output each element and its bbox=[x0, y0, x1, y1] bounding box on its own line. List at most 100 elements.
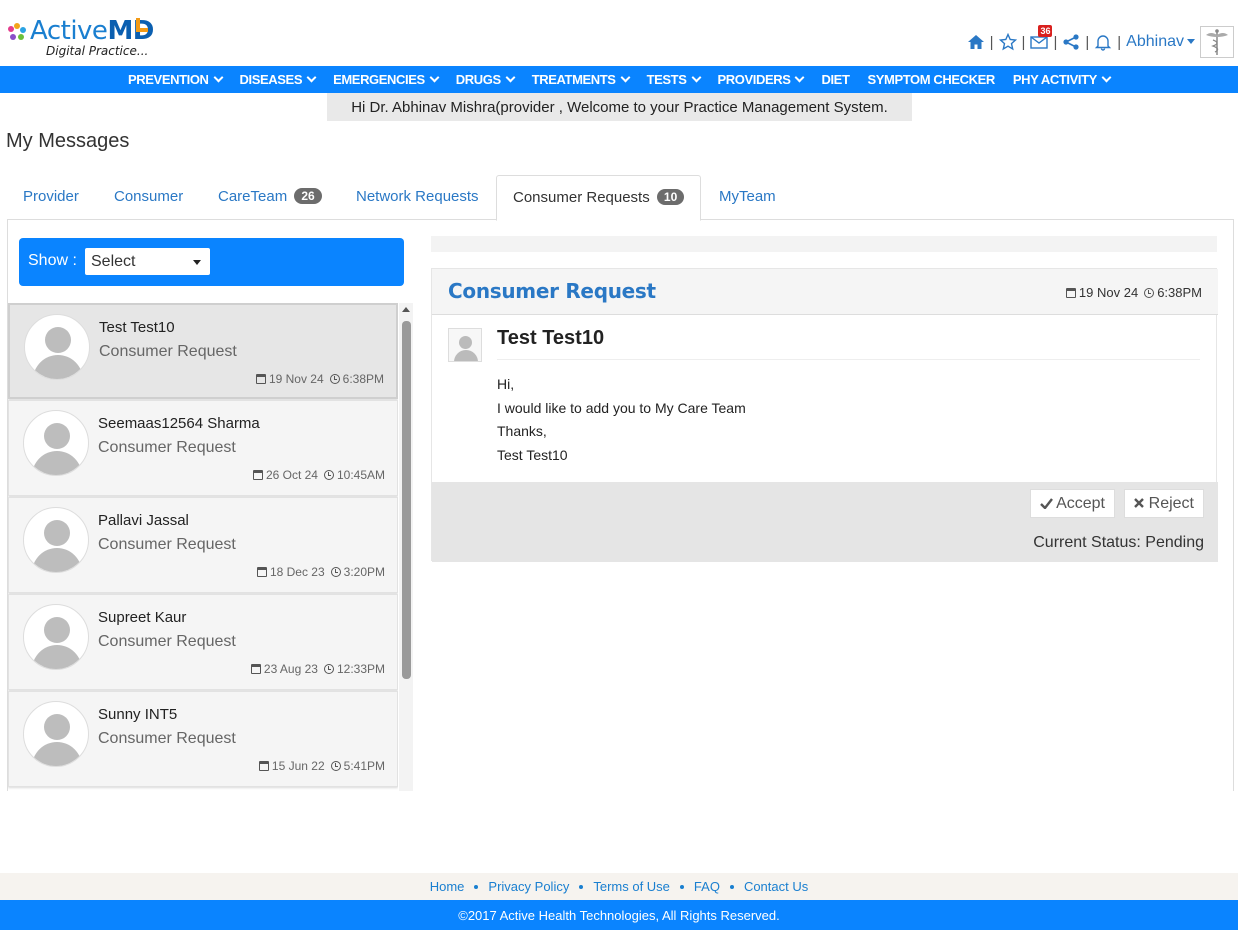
message-line: Thanks, bbox=[497, 423, 547, 439]
calendar-icon bbox=[255, 374, 266, 384]
nav-item-label: PREVENTION bbox=[128, 72, 209, 87]
message-date: 15 Jun 22 bbox=[271, 759, 325, 773]
chevron-down-icon bbox=[691, 72, 701, 83]
tab-myteam[interactable]: MyTeam bbox=[703, 175, 792, 220]
message-list: Test Test10 Consumer Request 19 Nov 24 6:38… bbox=[8, 303, 398, 791]
footer-separator bbox=[474, 884, 479, 889]
avatar bbox=[23, 410, 89, 476]
welcome-banner: Hi Dr. Abhinav Mishra(provider , Welcome… bbox=[327, 93, 912, 121]
message-body: Hi, I would like to add you to My Care T… bbox=[497, 373, 746, 467]
message-timestamp: 19 Nov 24 6:38PM bbox=[255, 372, 384, 386]
tab-label: Consumer Requests bbox=[513, 189, 650, 206]
message-tabs: Provider Consumer CareTeam 26 Network Re… bbox=[7, 175, 1234, 221]
footer-link-contact-us[interactable]: Contact Us bbox=[744, 879, 808, 894]
separator: | bbox=[1021, 33, 1026, 51]
user-name: Abhinav bbox=[1126, 33, 1184, 50]
chevron-down-icon bbox=[1187, 39, 1195, 45]
message-type: Consumer Request bbox=[98, 536, 236, 553]
message-detail: Consumer Request 19 Nov 24 6:38PM Test T… bbox=[431, 268, 1218, 562]
nav-item-symptom-checker[interactable]: SYMPTOM CHECKER bbox=[859, 72, 1004, 87]
nav-item-label: PROVIDERS bbox=[717, 72, 791, 87]
close-icon bbox=[1134, 498, 1145, 508]
message-sender: Seemaas12564 Sharma bbox=[98, 415, 260, 432]
clock-icon bbox=[330, 567, 341, 577]
nav-item-emergencies[interactable]: EMERGENCIES bbox=[324, 72, 447, 87]
logo-accent bbox=[136, 18, 148, 32]
filter-label: Show : bbox=[28, 252, 77, 269]
separator: | bbox=[1085, 33, 1090, 51]
message-time: 3:20PM bbox=[343, 565, 385, 579]
home-icon[interactable] bbox=[967, 33, 985, 51]
scrollbar-thumb[interactable] bbox=[402, 321, 411, 679]
tab-provider[interactable]: Provider bbox=[7, 175, 95, 220]
message-sender: Supreet Kaur bbox=[98, 609, 187, 626]
tab-careteam[interactable]: CareTeam 26 bbox=[202, 175, 338, 220]
message-time: 10:45AM bbox=[336, 468, 385, 482]
bell-icon[interactable] bbox=[1094, 33, 1112, 51]
scroll-up-icon[interactable] bbox=[402, 307, 410, 312]
chevron-down-icon bbox=[1101, 72, 1112, 83]
message-timestamp: 18 Dec 23 3:20PM bbox=[256, 565, 385, 579]
nav-item-label: SYMPTOM CHECKER bbox=[867, 72, 996, 87]
tab-consumer[interactable]: Consumer bbox=[98, 175, 199, 220]
filter-select[interactable]: Select bbox=[85, 248, 210, 275]
nav-item-label: DISEASES bbox=[239, 72, 303, 87]
mail-button[interactable]: 36 bbox=[1030, 25, 1053, 51]
clock-icon bbox=[323, 470, 334, 480]
message-list-item[interactable]: Pallavi Jassal Consumer Request 18 Dec 23 3… bbox=[8, 497, 398, 593]
chevron-down-icon bbox=[620, 72, 631, 83]
message-list-item[interactable]: Seemaas12564 Sharma Consumer Request 26 Oc… bbox=[8, 400, 398, 496]
detail-time: 6:38PM bbox=[1157, 285, 1202, 300]
nav-item-providers[interactable]: PROVIDERS bbox=[709, 72, 813, 87]
detail-toolbar-strip bbox=[431, 236, 1217, 252]
message-sender: Sunny INT5 bbox=[98, 706, 178, 723]
footer-link-terms-of-use[interactable]: Terms of Use bbox=[593, 879, 670, 894]
footer-link-home[interactable]: Home bbox=[430, 879, 465, 894]
nav-item-prevention[interactable]: PREVENTION bbox=[119, 72, 231, 87]
user-menu[interactable]: Abhinav bbox=[1126, 33, 1195, 51]
footer-separator bbox=[679, 884, 684, 889]
footer-link-faq[interactable]: FAQ bbox=[694, 879, 720, 894]
star-icon[interactable] bbox=[998, 33, 1017, 51]
avatar bbox=[23, 604, 89, 670]
message-type: Consumer Request bbox=[98, 633, 236, 650]
chevron-down-icon bbox=[306, 72, 317, 83]
message-list-item[interactable]: Test Test10 Consumer Request 19 Nov 24 6:38… bbox=[8, 303, 398, 399]
sender-avatar bbox=[448, 328, 482, 362]
profile-avatar[interactable] bbox=[1200, 26, 1234, 58]
message-time: 12:33PM bbox=[336, 662, 385, 676]
message-line: Test Test10 bbox=[497, 446, 568, 463]
share-icon[interactable] bbox=[1062, 33, 1080, 51]
calendar-icon bbox=[258, 761, 269, 771]
nav-item-tests[interactable]: TESTS bbox=[638, 72, 709, 87]
nav-item-label: DRUGS bbox=[455, 72, 501, 87]
nav-item-phy-activity[interactable]: PHY ACTIVITY bbox=[1004, 72, 1119, 87]
nav-item-diet[interactable]: DIET bbox=[812, 72, 858, 87]
message-timestamp: 23 Aug 23 12:33PM bbox=[250, 662, 385, 676]
message-list-item[interactable]: Sunny INT5 Consumer Request 15 Jun 22 5:41P… bbox=[8, 691, 398, 787]
divider bbox=[497, 359, 1200, 360]
calendar-icon bbox=[256, 567, 267, 577]
message-timestamp: 26 Oct 24 10:45AM bbox=[252, 468, 385, 482]
nav-item-drugs[interactable]: DRUGS bbox=[447, 72, 523, 87]
accept-button[interactable]: Accept bbox=[1029, 489, 1115, 518]
avatar bbox=[23, 701, 89, 767]
nav-item-diseases[interactable]: DISEASES bbox=[231, 72, 325, 87]
message-date: 23 Aug 23 bbox=[263, 662, 318, 676]
message-list-item[interactable]: Supreet Kaur Consumer Request 23 Aug 23 12:… bbox=[8, 594, 398, 690]
tab-network-requests[interactable]: Network Requests bbox=[340, 175, 495, 220]
message-sender: Pallavi Jassal bbox=[98, 512, 189, 529]
avatar bbox=[24, 314, 90, 380]
message-type: Consumer Request bbox=[99, 343, 237, 360]
message-list-scrollbar[interactable] bbox=[399, 303, 413, 791]
page-title: My Messages bbox=[6, 130, 130, 152]
reject-button[interactable]: Reject bbox=[1124, 489, 1204, 518]
tab-consumer-requests[interactable]: Consumer Requests 10 bbox=[496, 175, 702, 221]
clock-icon bbox=[330, 761, 341, 771]
footer-link-privacy-policy[interactable]: Privacy Policy bbox=[488, 879, 569, 894]
footer-separator bbox=[729, 884, 734, 889]
check-icon bbox=[1039, 498, 1053, 510]
nav-item-treatments[interactable]: TREATMENTS bbox=[523, 72, 638, 87]
clock-icon bbox=[1144, 287, 1155, 298]
caduceus-icon bbox=[1206, 29, 1228, 55]
